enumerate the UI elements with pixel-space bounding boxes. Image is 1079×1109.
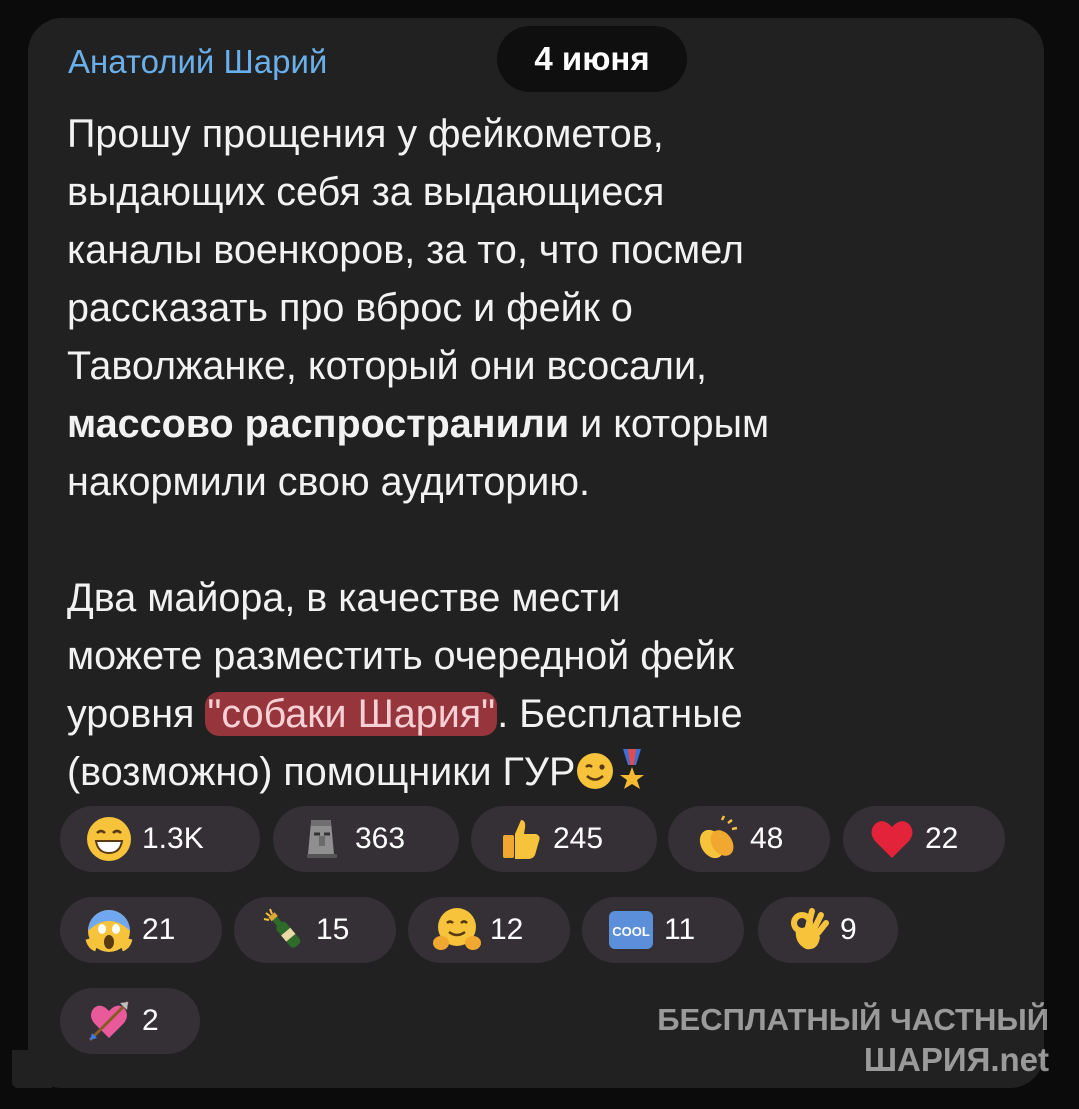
winking-face-icon [575, 749, 615, 807]
heart-with-arrow-icon [84, 996, 134, 1046]
reaction-cool[interactable]: COOL 11 [582, 897, 744, 963]
reaction-count: 15 [316, 913, 350, 946]
reaction-clap[interactable]: 48 [668, 806, 830, 872]
reaction-grinning[interactable]: 1.3K [60, 806, 260, 872]
reaction-count: 363 [355, 822, 406, 855]
text-line: накормили свою аудиторию. [67, 460, 590, 504]
red-heart-icon [867, 814, 917, 864]
message-text: Прошу прощения у фейкометов, выдающих се… [67, 105, 997, 807]
author-name[interactable]: Анатолий Шарий [68, 38, 327, 86]
text-line: уровня "собаки Шария". Бесплатные [67, 685, 997, 743]
reaction-hug[interactable]: 12 [408, 897, 570, 963]
reaction-champagne[interactable]: 15 [234, 897, 396, 963]
watermark-line: БЕСПЛАТНЫЙ ЧАСТНЫЙ [657, 1002, 1049, 1037]
reaction-count: 2 [142, 1004, 159, 1037]
ok-hand-icon [782, 905, 832, 955]
reaction-count: 9 [840, 913, 857, 946]
reaction-heart[interactable]: 22 [843, 806, 1005, 872]
reaction-moai[interactable]: 363 [273, 806, 459, 872]
reaction-count: 1.3K [142, 822, 204, 855]
svg-text:COOL: COOL [612, 924, 650, 939]
text-line: выдающих себя за выдающиеся [67, 170, 665, 214]
reaction-scream[interactable]: 21 [60, 897, 222, 963]
text-line: Два майора, в качестве мести [67, 576, 621, 620]
text-line: можете разместить очередной фейк [67, 634, 735, 678]
reaction-heart-arrow[interactable]: 2 [60, 988, 200, 1054]
reaction-count: 48 [750, 822, 784, 855]
text-line: (возможно) помощники ГУР [67, 743, 997, 807]
reaction-count: 12 [490, 913, 524, 946]
clapping-hands-icon [692, 814, 742, 864]
champagne-bottle-icon [258, 905, 308, 955]
reaction-count: 21 [142, 913, 176, 946]
text-span: уровня [67, 692, 206, 736]
reaction-ok[interactable]: 9 [758, 897, 898, 963]
moai-icon [297, 814, 347, 864]
highlighted-quote: "собаки Шария" [205, 692, 498, 736]
reaction-count: 22 [925, 822, 959, 855]
hugging-face-icon [432, 905, 482, 955]
reaction-count: 245 [553, 822, 604, 855]
reaction-count: 11 [664, 913, 696, 946]
bold-text: массово распространили [67, 402, 570, 446]
thumbs-up-icon [495, 814, 545, 864]
text-span: . Бесплатные [497, 692, 743, 736]
text-line: Таволжанке, который они всосали, [67, 344, 708, 388]
text-line: каналы военкоров, за то, что посмел [67, 228, 744, 272]
military-medal-icon [615, 747, 649, 807]
cool-button-icon: COOL [606, 905, 656, 955]
watermark-line: ШАРИЯ.net [863, 1041, 1049, 1078]
text-span: (возможно) помощники ГУР [67, 750, 576, 794]
screaming-face-icon [84, 905, 134, 955]
text-line: массово распространили и которым [67, 395, 997, 453]
text-line: Прошу прощения у фейкометов, [67, 112, 664, 156]
reaction-thumbs-up[interactable]: 245 [471, 806, 657, 872]
bubble-tail [12, 1050, 52, 1088]
text-span: и которым [569, 402, 770, 446]
text-line: рассказать про вброс и фейк о [67, 286, 633, 330]
date-badge: 4 июня [497, 26, 687, 92]
grinning-face-icon [84, 814, 134, 864]
watermark: БЕСПЛАТНЫЙ ЧАСТНЫЙ ШАРИЯ.net [657, 1000, 1049, 1080]
